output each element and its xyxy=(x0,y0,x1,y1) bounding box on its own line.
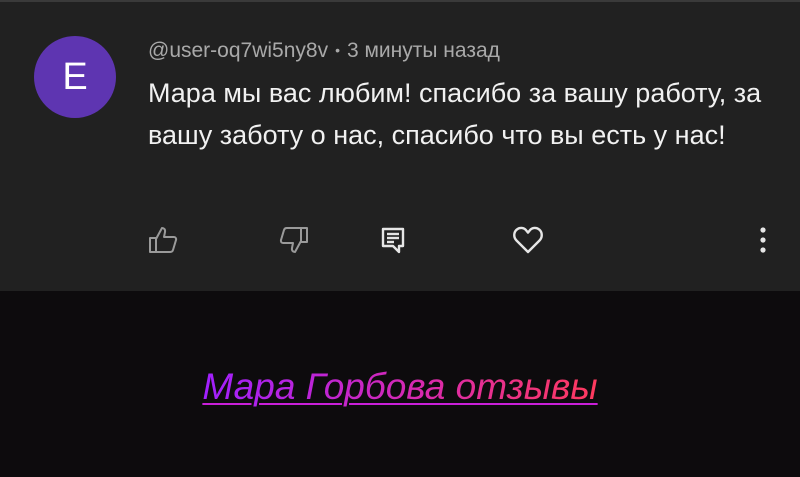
card-top-divider xyxy=(0,0,800,2)
thumbs-down-icon xyxy=(279,227,308,253)
meta-separator: • xyxy=(335,42,340,58)
username[interactable]: @user-oq7wi5ny8v xyxy=(148,39,328,63)
comment-text: Мара мы вас любим! спасибо за вашу работ… xyxy=(148,78,762,150)
promo-section: Мара Горбова отзывы xyxy=(0,291,800,477)
promo-link[interactable]: Мара Горбова отзывы xyxy=(0,366,800,408)
heart-icon xyxy=(513,226,543,254)
more-options-button[interactable] xyxy=(745,222,781,258)
timestamp: 3 минуты назад xyxy=(346,39,500,62)
comment-meta: @user-oq7wi5ny8v • 3 минуты назад xyxy=(148,38,500,64)
thumbs-up-icon xyxy=(149,227,178,253)
heart-button[interactable] xyxy=(510,222,546,258)
avatar[interactable]: E xyxy=(34,36,116,118)
dislike-button[interactable] xyxy=(276,222,312,258)
reply-button[interactable] xyxy=(375,222,411,258)
avatar-letter: E xyxy=(62,55,88,98)
promo-link-text: Мара Горбова отзывы xyxy=(202,366,598,407)
comment-card: E @user-oq7wi5ny8v • 3 минуты назад Мара… xyxy=(0,0,800,291)
more-vertical-icon xyxy=(760,227,766,253)
reply-icon xyxy=(381,227,405,254)
like-button[interactable] xyxy=(145,222,181,258)
